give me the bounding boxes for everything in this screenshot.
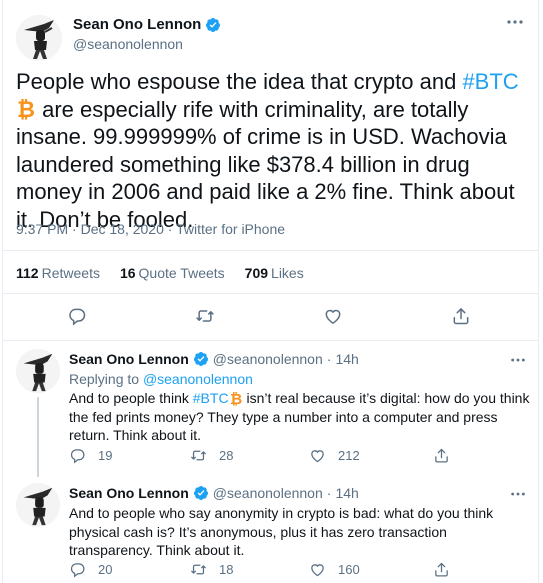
reply-icon[interactable] [69,561,86,578]
reply-text: And to people who say anonymity in crypt… [69,505,494,559]
like-icon[interactable] [309,447,326,464]
like-count: 160 [338,562,360,577]
reply-actions: 20 18 160 [69,561,469,581]
bitcoin-icon: ₿ [230,390,242,406]
retweet-icon[interactable] [190,561,207,578]
tweet-metadata: 9:37 PM · Dec 18, 2020 · Twitter for iPh… [16,221,285,237]
hashtag-link[interactable]: #BTC [193,390,229,406]
like-count: 212 [338,448,360,463]
retweets-label: Retweets [41,265,100,281]
divider [3,250,538,251]
retweet-icon[interactable] [195,306,215,326]
retweet-action[interactable]: 28 [190,447,233,464]
quote-count: 16 [119,265,136,281]
replying-to: Replying to @seanonolennon [69,371,253,387]
reply-header: Sean Ono Lennon @seanonolennon · 14h [69,351,359,367]
verified-badge-icon [193,486,208,500]
tweet-source[interactable]: Twitter for iPhone [176,221,285,237]
divider [3,293,538,294]
more-icon[interactable] [510,486,526,503]
tweet-stats: 112 Retweets 16 Quote Tweets 709 Likes [16,265,304,281]
quote-label: Quote Tweets [138,265,225,281]
reply-count: 20 [98,562,113,577]
reply-icon[interactable] [67,306,87,326]
meta-separator: · [163,221,177,237]
reply-text-part1: And to people think [69,390,193,406]
tweet-detail-panel: Sean Ono Lennon @seanonolennon People wh… [2,0,539,583]
like-action[interactable]: 212 [309,447,360,464]
verified-badge-icon [206,17,221,32]
likes-label: Likes [271,265,304,281]
avatar[interactable] [16,349,60,393]
share-icon[interactable] [433,561,450,578]
reply-icon[interactable] [69,447,86,464]
reply-header: Sean Ono Lennon @seanonolennon · 14h [69,485,359,501]
reply-count: 19 [98,448,113,463]
tweet-age[interactable]: 14h [335,485,358,501]
share-action[interactable] [433,447,450,464]
tweet-text: People who espouse the idea that crypto … [16,68,526,233]
author-name[interactable]: Sean Ono Lennon [69,351,189,367]
hashtag-link[interactable]: #BTC [462,69,518,94]
retweet-action[interactable]: 18 [190,561,233,578]
quote-tweets-stat[interactable]: 16 Quote Tweets [120,265,225,281]
tweet-actions [3,306,540,330]
author-name[interactable]: Sean Ono Lennon [69,485,189,501]
tweet-text-part2: are especially rife with criminality, ar… [16,96,515,232]
bitcoin-icon: ₿ [17,98,35,120]
meta-separator: · [326,351,332,367]
avatar[interactable] [16,15,62,61]
share-icon[interactable] [433,447,450,464]
reply-action[interactable]: 19 [69,447,112,464]
tweet-date[interactable]: Dec 18, 2020 [81,221,164,237]
author-handle[interactable]: @seanonolennon [213,485,323,501]
svg-text:₿: ₿ [230,390,242,406]
meta-separator: · [68,221,81,237]
meta-separator: · [326,485,332,501]
retweet-count: 18 [219,562,234,577]
thread-line [37,397,39,477]
reply-action[interactable]: 20 [69,561,112,578]
retweet-count: 28 [219,448,234,463]
verified-badge-icon [193,352,208,366]
reply-text: And to people think #BTC ₿ isn’t real bec… [69,389,531,445]
share-icon[interactable] [451,306,471,326]
replying-to-link[interactable]: @seanonolennon [143,371,253,387]
retweet-icon[interactable] [190,447,207,464]
likes-count: 709 [244,265,269,281]
author-name-text[interactable]: Sean Ono Lennon [73,16,201,33]
like-icon[interactable] [309,561,326,578]
tweet-text-part1: People who espouse the idea that crypto … [16,69,463,94]
author-name[interactable]: Sean Ono Lennon [73,16,221,33]
svg-text:₿: ₿ [17,98,35,120]
tweet-age[interactable]: 14h [335,351,358,367]
divider [3,340,538,341]
share-action[interactable] [433,561,450,578]
more-icon[interactable] [506,14,524,31]
more-icon[interactable] [510,352,526,369]
tweet-time[interactable]: 9:37 PM [16,221,68,237]
author-handle[interactable]: @seanonolennon [213,351,323,367]
replying-to-prefix: Replying to [69,371,143,387]
author-handle[interactable]: @seanonolennon [73,36,183,52]
likes-stat[interactable]: 709 Likes [245,265,304,281]
avatar[interactable] [16,483,60,527]
reply-actions: 19 28 212 [69,447,469,467]
retweets-count: 112 [16,265,39,281]
retweets-stat[interactable]: 112 Retweets [16,265,100,281]
like-action[interactable]: 160 [309,561,360,578]
like-icon[interactable] [323,306,343,326]
